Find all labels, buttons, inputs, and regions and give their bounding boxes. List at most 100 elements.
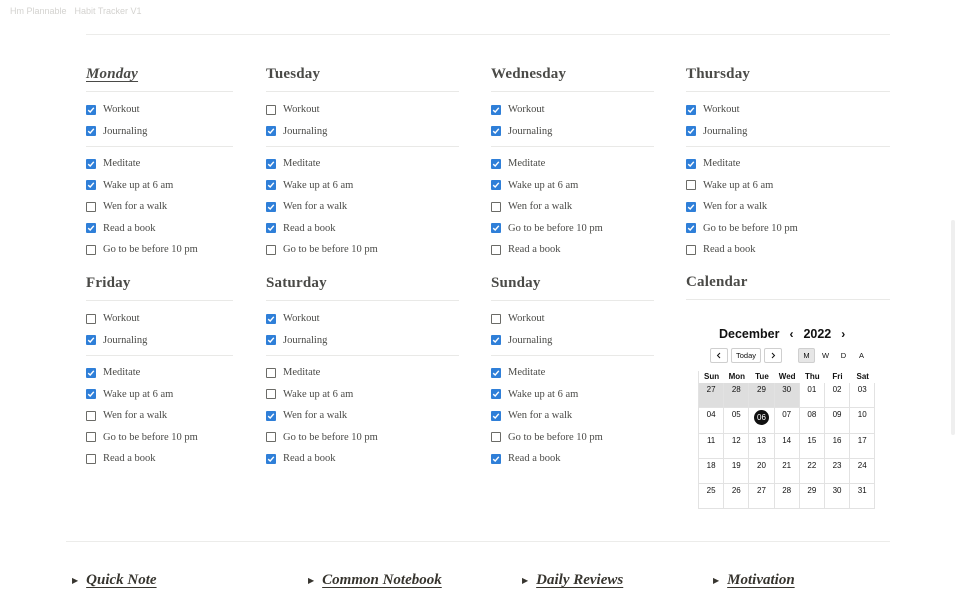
unchecked-checkbox-icon[interactable] (266, 389, 276, 400)
habit-item[interactable]: Read a book (266, 448, 459, 470)
habit-item[interactable]: Go to be before 10 pm (86, 239, 233, 261)
habit-item[interactable]: Meditate (86, 362, 233, 384)
habit-item[interactable]: Read a book (86, 448, 233, 470)
calendar-day[interactable]: 10 (850, 408, 876, 434)
habit-item[interactable]: Wake up at 6 am (686, 175, 890, 197)
calendar-day[interactable]: 21 (774, 458, 800, 485)
calendar-day[interactable]: 30 (774, 383, 800, 409)
unchecked-checkbox-icon[interactable] (86, 244, 96, 255)
habit-item[interactable]: Workout (266, 308, 459, 330)
habit-item[interactable]: Wake up at 6 am (491, 175, 654, 197)
toggle-motivation[interactable]: ▶ Motivation (713, 572, 795, 589)
checked-checkbox-icon[interactable] (491, 180, 501, 191)
scrollbar[interactable] (951, 220, 955, 435)
calendar-day[interactable]: 09 (824, 408, 851, 434)
toggle-label[interactable]: Common Notebook (322, 572, 442, 589)
habit-item[interactable]: Journaling (686, 121, 890, 143)
unchecked-checkbox-icon[interactable] (86, 201, 96, 212)
calendar-day[interactable]: 16 (824, 433, 851, 459)
checked-checkbox-icon[interactable] (86, 104, 96, 115)
unchecked-checkbox-icon[interactable] (491, 432, 501, 443)
unchecked-checkbox-icon[interactable] (491, 244, 501, 255)
calendar-day[interactable]: 03 (850, 383, 876, 409)
breadcrumb-item[interactable]: Hm Plannable (10, 6, 67, 16)
habit-item[interactable]: Meditate (491, 153, 654, 175)
calendar-day[interactable]: 17 (850, 433, 876, 459)
checked-checkbox-icon[interactable] (86, 389, 96, 400)
checked-checkbox-icon[interactable] (491, 453, 501, 464)
checked-checkbox-icon[interactable] (266, 335, 276, 346)
habit-item[interactable]: Journaling (86, 330, 233, 352)
next-year-icon[interactable]: › (841, 327, 845, 341)
checked-checkbox-icon[interactable] (266, 158, 276, 169)
calendar-day[interactable]: 19 (724, 458, 750, 485)
calendar-day[interactable]: 07 (774, 408, 800, 434)
checked-checkbox-icon[interactable] (266, 126, 276, 137)
toggle-common-notebook[interactable]: ▶ Common Notebook (308, 572, 442, 589)
habit-item[interactable]: Read a book (491, 239, 654, 261)
checked-checkbox-icon[interactable] (491, 158, 501, 169)
habit-item[interactable]: Journaling (266, 330, 459, 352)
checked-checkbox-icon[interactable] (266, 180, 276, 191)
checked-checkbox-icon[interactable] (491, 126, 501, 137)
calendar-day[interactable]: 30 (824, 484, 851, 510)
unchecked-checkbox-icon[interactable] (86, 313, 96, 324)
checked-checkbox-icon[interactable] (266, 313, 276, 324)
calendar-day[interactable]: 31 (850, 484, 876, 510)
calendar-day[interactable]: 02 (824, 383, 851, 409)
view-agenda-button[interactable]: A (854, 348, 869, 363)
habit-item[interactable]: Journaling (491, 121, 654, 143)
habit-item[interactable]: Wake up at 6 am (266, 384, 459, 406)
today-button[interactable]: Today (731, 348, 761, 363)
habit-item[interactable]: Journaling (266, 121, 459, 143)
unchecked-checkbox-icon[interactable] (266, 104, 276, 115)
habit-item[interactable]: Journaling (491, 330, 654, 352)
habit-item[interactable]: Wen for a walk (491, 196, 654, 218)
calendar-day[interactable]: 20 (749, 458, 775, 485)
checked-checkbox-icon[interactable] (686, 158, 696, 169)
checked-checkbox-icon[interactable] (686, 126, 696, 137)
habit-item[interactable]: Meditate (266, 153, 459, 175)
unchecked-checkbox-icon[interactable] (686, 180, 696, 191)
checked-checkbox-icon[interactable] (266, 453, 276, 464)
habit-item[interactable]: Workout (491, 308, 654, 330)
checked-checkbox-icon[interactable] (491, 335, 501, 346)
unchecked-checkbox-icon[interactable] (491, 313, 501, 324)
habit-item[interactable]: Wake up at 6 am (266, 175, 459, 197)
habit-item[interactable]: Wen for a walk (86, 196, 233, 218)
habit-item[interactable]: Meditate (491, 362, 654, 384)
prev-year-icon[interactable]: ‹ (789, 327, 793, 341)
habit-item[interactable]: Read a book (686, 239, 890, 261)
toggle-label[interactable]: Quick Note (86, 572, 156, 589)
habit-item[interactable]: Go to be before 10 pm (266, 239, 459, 261)
habit-item[interactable]: Workout (86, 308, 233, 330)
toggle-label[interactable]: Motivation (727, 572, 795, 589)
checked-checkbox-icon[interactable] (491, 410, 501, 421)
habit-item[interactable]: Read a book (491, 448, 654, 470)
checked-checkbox-icon[interactable] (86, 335, 96, 346)
checked-checkbox-icon[interactable] (86, 180, 96, 191)
view-day-button[interactable]: D (836, 348, 851, 363)
prev-month-button[interactable] (710, 348, 728, 363)
toggle-quick-note[interactable]: ▶ Quick Note (72, 572, 157, 589)
habit-item[interactable]: Meditate (266, 362, 459, 384)
habit-item[interactable]: Wen for a walk (86, 405, 233, 427)
calendar-day[interactable]: 24 (850, 458, 876, 485)
checked-checkbox-icon[interactable] (86, 158, 96, 169)
calendar-day[interactable]: 28 (774, 484, 800, 510)
calendar-day[interactable]: 01 (799, 383, 825, 409)
habit-item[interactable]: Wen for a walk (266, 405, 459, 427)
calendar-day[interactable]: 18 (699, 458, 725, 485)
checked-checkbox-icon[interactable] (491, 223, 501, 234)
unchecked-checkbox-icon[interactable] (86, 410, 96, 421)
calendar-day[interactable]: 14 (774, 433, 800, 459)
calendar-day[interactable]: 27 (699, 383, 725, 409)
checked-checkbox-icon[interactable] (491, 389, 501, 400)
calendar-day[interactable]: 15 (799, 433, 825, 459)
habit-item[interactable]: Workout (491, 99, 654, 121)
checked-checkbox-icon[interactable] (686, 201, 696, 212)
calendar-day[interactable]: 23 (824, 458, 851, 485)
habit-item[interactable]: Go to be before 10 pm (86, 427, 233, 449)
habit-item[interactable]: Workout (266, 99, 459, 121)
view-week-button[interactable]: W (818, 348, 833, 363)
